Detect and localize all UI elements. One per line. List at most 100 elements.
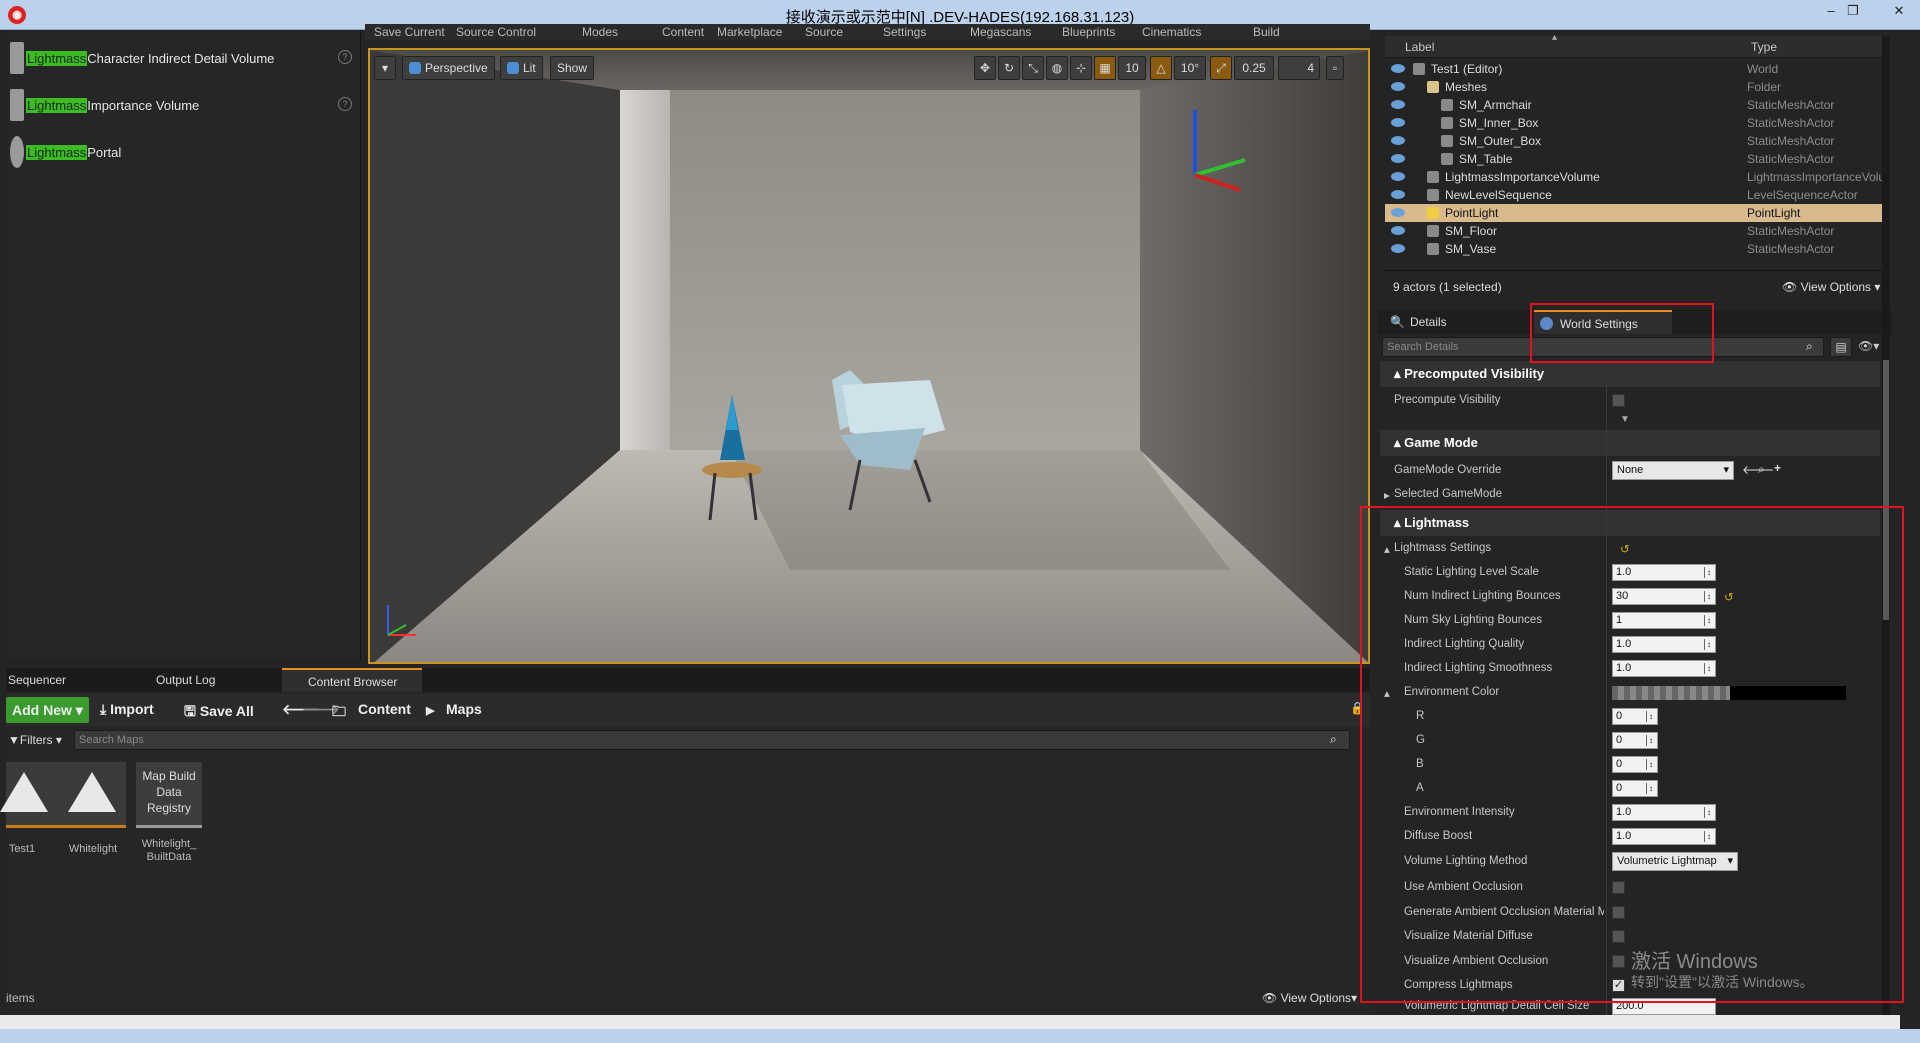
browse-icon[interactable]: ⌕ — [1758, 462, 1765, 477]
precompute-visibility-checkbox[interactable] — [1612, 394, 1625, 407]
details-search-input[interactable]: Search Details — [1382, 337, 1824, 357]
place-item-lightmass-character-volume[interactable]: LightmassCharacter Indirect Detail Volum… — [6, 38, 361, 78]
tab-sequencer[interactable]: Sequencer — [8, 668, 128, 692]
prop-selected-gamemode[interactable]: ▸ Selected GameMode — [1380, 483, 1880, 507]
filters-button[interactable]: ▼Filters ▾ — [8, 733, 62, 747]
section-game-mode[interactable]: ▴ Game Mode — [1380, 430, 1880, 456]
rotation-snap-value[interactable]: 10° — [1174, 56, 1206, 80]
place-item-lightmass-portal[interactable]: LightmassPortal — [6, 132, 361, 172]
visibility-eye-icon[interactable] — [1391, 118, 1405, 127]
prop-number-field[interactable]: 1 ↕ — [1612, 612, 1716, 629]
visibility-eye-icon[interactable] — [1391, 64, 1405, 73]
channel-number-field[interactable]: 0 ↕ — [1612, 732, 1658, 749]
visibility-eye-icon[interactable] — [1391, 190, 1405, 199]
toolbar-source-control[interactable]: Source Control — [456, 25, 536, 39]
toolbar-save-current[interactable]: Save Current — [374, 25, 445, 39]
camera-speed-button[interactable]: 4 — [1278, 56, 1320, 80]
asset-whitelight[interactable] — [60, 762, 126, 828]
level-viewport[interactable] — [368, 48, 1370, 664]
place-item-lightmass-importance-volume[interactable]: LightmassImportance Volume ? — [6, 85, 361, 125]
toolbar-content[interactable]: Content — [662, 25, 704, 39]
grid-snap-icon[interactable]: ▦ — [1094, 56, 1116, 80]
lock-icon[interactable]: 🔒 — [1350, 701, 1365, 715]
volume-method-select[interactable]: Volumetric Lightmap ▾ — [1612, 852, 1738, 871]
reset-to-default-icon[interactable]: ↺ — [1724, 590, 1734, 604]
prop-environment-color[interactable]: ▴ Environment Color — [1380, 681, 1880, 705]
prop-number-field[interactable]: 30 ↕ — [1612, 588, 1716, 605]
outliner-row[interactable]: NewLevelSequence LevelSequenceActor — [1385, 186, 1887, 204]
asset-whitelight-builtdata[interactable]: Map Build Data Registry — [136, 762, 202, 828]
visibility-options-icon[interactable]: 👁▾ — [1858, 339, 1879, 353]
rotation-snap-icon[interactable]: △ — [1150, 56, 1172, 80]
toolbar-cinematics[interactable]: Cinematics — [1142, 25, 1201, 39]
visibility-eye-icon[interactable] — [1391, 82, 1405, 91]
gamemode-select[interactable]: None ▾ — [1612, 461, 1734, 480]
prop-checkbox[interactable] — [1612, 905, 1625, 919]
scale-snap-icon[interactable]: ⤢ — [1210, 56, 1232, 80]
cell-size-field[interactable]: 200.0 — [1612, 998, 1716, 1015]
search-maps-input[interactable]: Search Maps — [74, 730, 1350, 750]
help-icon[interactable]: ? — [338, 50, 352, 64]
color-swatch-alpha[interactable] — [1612, 686, 1730, 700]
channel-number-field[interactable]: 0 ↕ — [1612, 708, 1658, 725]
prop-checkbox[interactable] — [1612, 930, 1625, 943]
close-button[interactable]: ✕ — [1888, 2, 1910, 20]
column-divider[interactable] — [1606, 385, 1607, 1015]
channel-number-field[interactable]: 0 ↕ — [1612, 780, 1658, 797]
toolbar-marketplace[interactable]: Marketplace — [717, 25, 782, 39]
save-all-button[interactable]: 🖫 Save All — [184, 701, 254, 725]
lit-button[interactable]: Lit — [500, 56, 543, 80]
reset-to-default-icon[interactable]: ↺ — [1620, 542, 1630, 556]
prop-number-field[interactable]: 1.0 ↕ — [1612, 636, 1716, 653]
add-new-button[interactable]: Add New ▾ — [6, 697, 89, 723]
toolbar-modes[interactable]: Modes — [582, 25, 618, 39]
cb-view-options[interactable]: 👁 View Options▾ — [1262, 991, 1357, 1005]
show-button[interactable]: Show — [550, 56, 595, 80]
viewport-options-button[interactable]: ▾ — [374, 56, 396, 80]
outliner-row[interactable]: SM_Armchair StaticMeshActor — [1385, 96, 1887, 114]
color-swatch[interactable] — [1730, 686, 1846, 700]
scale-snap-value[interactable]: 0.25 — [1234, 56, 1274, 80]
path-content[interactable]: Content — [358, 701, 411, 717]
app-icon[interactable]: ◉ — [8, 6, 26, 24]
scale-icon[interactable]: ⤡ — [1022, 56, 1044, 80]
channel-number-field[interactable]: 0 ↕ — [1612, 756, 1658, 773]
prop-checkbox[interactable] — [1612, 954, 1625, 968]
rotate-icon[interactable]: ↻ — [998, 56, 1020, 80]
maximize-viewport-icon[interactable]: ▫ — [1326, 56, 1344, 80]
prop-checkbox[interactable] — [1612, 881, 1625, 894]
grid-snap-value[interactable]: 10 — [1118, 56, 1146, 80]
visibility-eye-icon[interactable] — [1391, 244, 1405, 253]
import-button[interactable]: ⤓ Import — [100, 701, 154, 718]
visibility-eye-icon[interactable] — [1391, 136, 1405, 145]
help-icon[interactable]: ? — [338, 97, 352, 111]
section-lightmass[interactable]: ▴ Lightmass — [1380, 510, 1880, 536]
section-precomputed-visibility[interactable]: ▴ Precomputed Visibility — [1380, 361, 1880, 387]
diffuse-boost-field[interactable]: 1.0 ↕ — [1612, 828, 1716, 845]
restore-button[interactable]: ❐ — [1842, 2, 1864, 20]
prop-lightmass-settings[interactable]: ▴ Lightmass Settings ↺ — [1380, 537, 1880, 561]
visibility-eye-icon[interactable] — [1391, 208, 1405, 217]
expand-advanced-icon[interactable]: ▼ — [1620, 414, 1630, 425]
outliner-row[interactable]: SM_Vase StaticMeshActor — [1385, 240, 1887, 258]
scrollbar-thumb[interactable] — [1883, 360, 1889, 620]
outliner-view-options[interactable]: 👁 View Options ▾ — [1782, 280, 1880, 294]
outliner-row[interactable]: SM_Outer_Box StaticMeshActor — [1385, 132, 1887, 150]
tab-world-settings[interactable]: World Settings — [1534, 310, 1672, 334]
minimize-button[interactable]: – — [1820, 2, 1842, 20]
outliner-row[interactable]: Meshes Folder — [1385, 78, 1887, 96]
translate-icon[interactable]: ✥ — [974, 56, 996, 80]
col-type-header[interactable]: Type — [1751, 40, 1777, 54]
environment-intensity-field[interactable]: 1.0 ↕ — [1612, 804, 1716, 821]
toolbar-settings[interactable]: Settings — [883, 25, 926, 39]
outliner-row[interactable]: SM_Floor StaticMeshActor — [1385, 222, 1887, 240]
toolbar-source[interactable]: Source — [805, 25, 843, 39]
toolbar-megascans[interactable]: Megascans — [970, 25, 1031, 39]
prop-number-field[interactable]: 1.0 ↕ — [1612, 660, 1716, 677]
outliner-row[interactable]: SM_Inner_Box StaticMeshActor — [1385, 114, 1887, 132]
tab-output-log[interactable]: Output Log — [136, 668, 276, 692]
outliner-row[interactable]: SM_Table StaticMeshActor — [1385, 150, 1887, 168]
visibility-eye-icon[interactable] — [1391, 100, 1405, 109]
surface-snap-icon[interactable]: ⊹ — [1070, 56, 1092, 80]
world-local-icon[interactable]: ◍ — [1046, 56, 1068, 80]
